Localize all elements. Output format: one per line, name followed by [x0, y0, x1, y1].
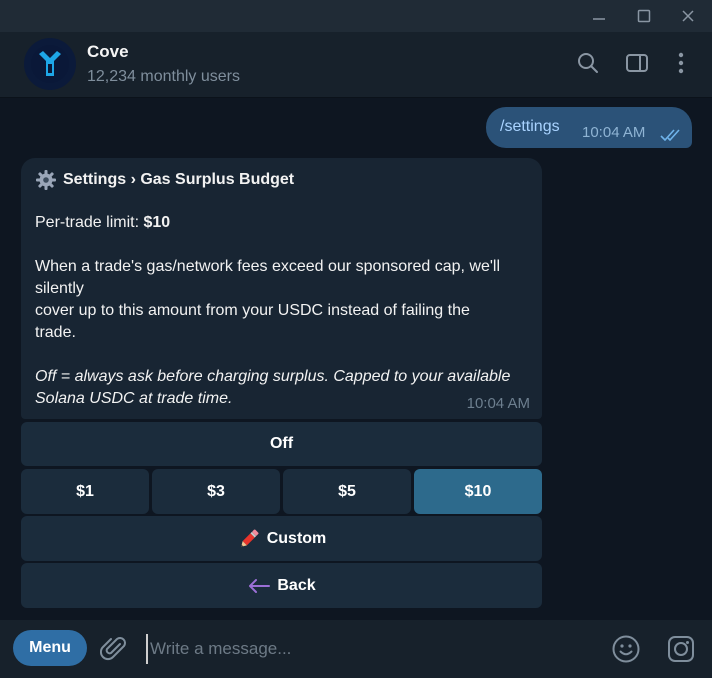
chat-subtitle: 12,234 monthly users: [87, 68, 240, 85]
back-button-label: Back: [277, 576, 316, 594]
desc-line-1: When a trade's gas/network fees exceed o…: [35, 258, 501, 275]
custom-button-label: Custom: [266, 529, 327, 547]
incoming-message[interactable]: Settings › Gas Surplus Budget Per-trade …: [21, 158, 542, 419]
close-icon: [682, 10, 694, 22]
search-button[interactable]: [575, 50, 601, 76]
cove-logo-icon: [31, 45, 69, 83]
arrow-left-icon: [247, 578, 271, 594]
amount-3-label: $3: [207, 482, 225, 500]
chat-title: Cove: [87, 42, 129, 61]
amount-5-button[interactable]: $5: [283, 469, 411, 514]
back-button[interactable]: Back: [21, 563, 542, 608]
limit-label: Per-trade limit:: [35, 214, 144, 231]
sticker-button[interactable]: [666, 634, 696, 669]
menu-button-label: Menu: [29, 639, 71, 656]
title-bar: [0, 0, 712, 32]
limit-value: $10: [143, 214, 171, 231]
note-line-2: Solana USDC at trade time.: [35, 390, 233, 407]
limit-line: Per-trade limit: $10: [35, 212, 170, 234]
amount-10-label: $10: [464, 482, 492, 500]
message-title-text: Settings › Gas Surplus Budget: [63, 171, 295, 188]
off-button-label: Off: [269, 435, 294, 452]
emoji-button[interactable]: [611, 634, 641, 669]
desc-line-2: silently: [35, 280, 84, 297]
telegram-window: Cove 12,234 monthly users /settings 10:0…: [0, 0, 712, 678]
message-composer: Menu: [0, 620, 712, 678]
amount-5-label: $5: [338, 482, 356, 500]
search-icon: [578, 53, 598, 73]
paperclip-icon: [99, 637, 126, 661]
more-vert-icon: [678, 52, 684, 74]
outgoing-message[interactable]: /settings 10:04 AM: [486, 107, 692, 148]
sticker-icon: [668, 636, 694, 662]
outgoing-message-time: 10:04 AM: [582, 124, 646, 141]
maximize-icon: [637, 9, 651, 23]
note-line-1: Off = always ask before charging surplus…: [35, 368, 511, 385]
amount-10-button[interactable]: $10: [414, 469, 542, 514]
outgoing-message-text: /settings: [500, 118, 560, 135]
chat-header[interactable]: Cove 12,234 monthly users: [0, 32, 712, 98]
maximize-button[interactable]: [622, 0, 666, 32]
avatar[interactable]: [24, 38, 76, 90]
minimize-icon: [593, 18, 605, 20]
emoji-icon: [612, 635, 640, 663]
menu-button[interactable]: Menu: [13, 630, 87, 666]
custom-button[interactable]: Custom: [21, 516, 542, 561]
sidebar-toggle-icon: [626, 54, 648, 72]
amount-3-button[interactable]: $3: [152, 469, 280, 514]
amount-1-label: $1: [76, 482, 94, 500]
sidebar-toggle-button[interactable]: [624, 50, 650, 76]
desc-line-4: trade.: [35, 324, 76, 341]
minimize-button[interactable]: [577, 0, 621, 32]
gear-icon: [36, 170, 56, 190]
close-button[interactable]: [666, 0, 710, 32]
incoming-message-time: 10:04 AM: [466, 395, 530, 412]
more-button[interactable]: [668, 50, 694, 76]
pencil-icon: [237, 527, 261, 551]
amount-1-button[interactable]: $1: [21, 469, 149, 514]
attach-button[interactable]: [99, 635, 128, 668]
message-title: Settings › Gas Surplus Budget: [35, 169, 294, 191]
message-list[interactable]: /settings 10:04 AM Settings › Gas Surplu…: [0, 99, 712, 620]
message-input[interactable]: [146, 634, 576, 664]
double-check-icon: [660, 129, 680, 141]
off-button[interactable]: Off: [21, 422, 542, 466]
desc-line-3: cover up to this amount from your USDC i…: [35, 302, 470, 319]
